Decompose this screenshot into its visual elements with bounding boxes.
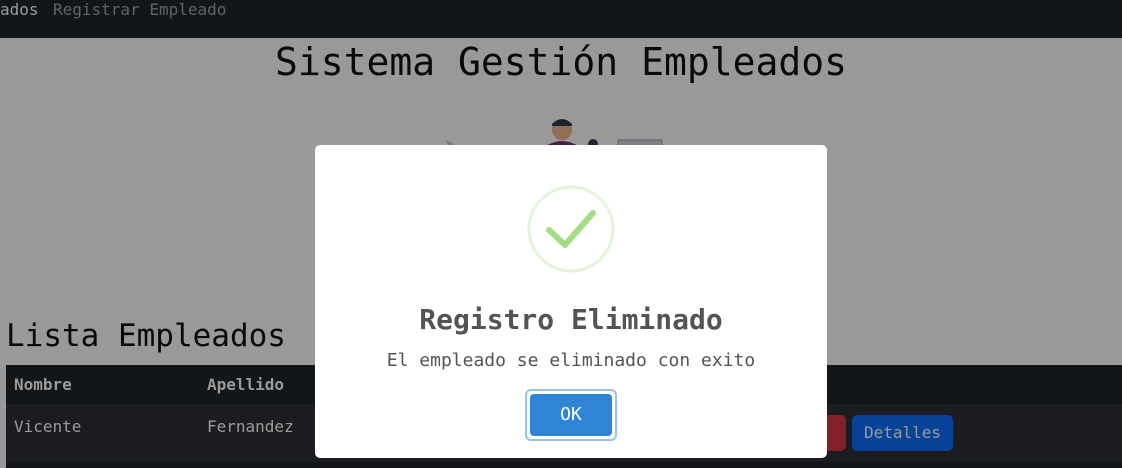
modal-title: Registro Eliminado: [419, 303, 723, 336]
modal-backdrop-navbar: [0, 0, 1122, 38]
ok-button-focus-ring: OK: [525, 389, 617, 441]
success-modal: Registro Eliminado El empleado se elimin…: [315, 145, 827, 458]
modal-message: El empleado se eliminado con exito: [386, 350, 756, 371]
ok-button[interactable]: OK: [530, 394, 612, 436]
success-check-icon: [527, 185, 615, 273]
